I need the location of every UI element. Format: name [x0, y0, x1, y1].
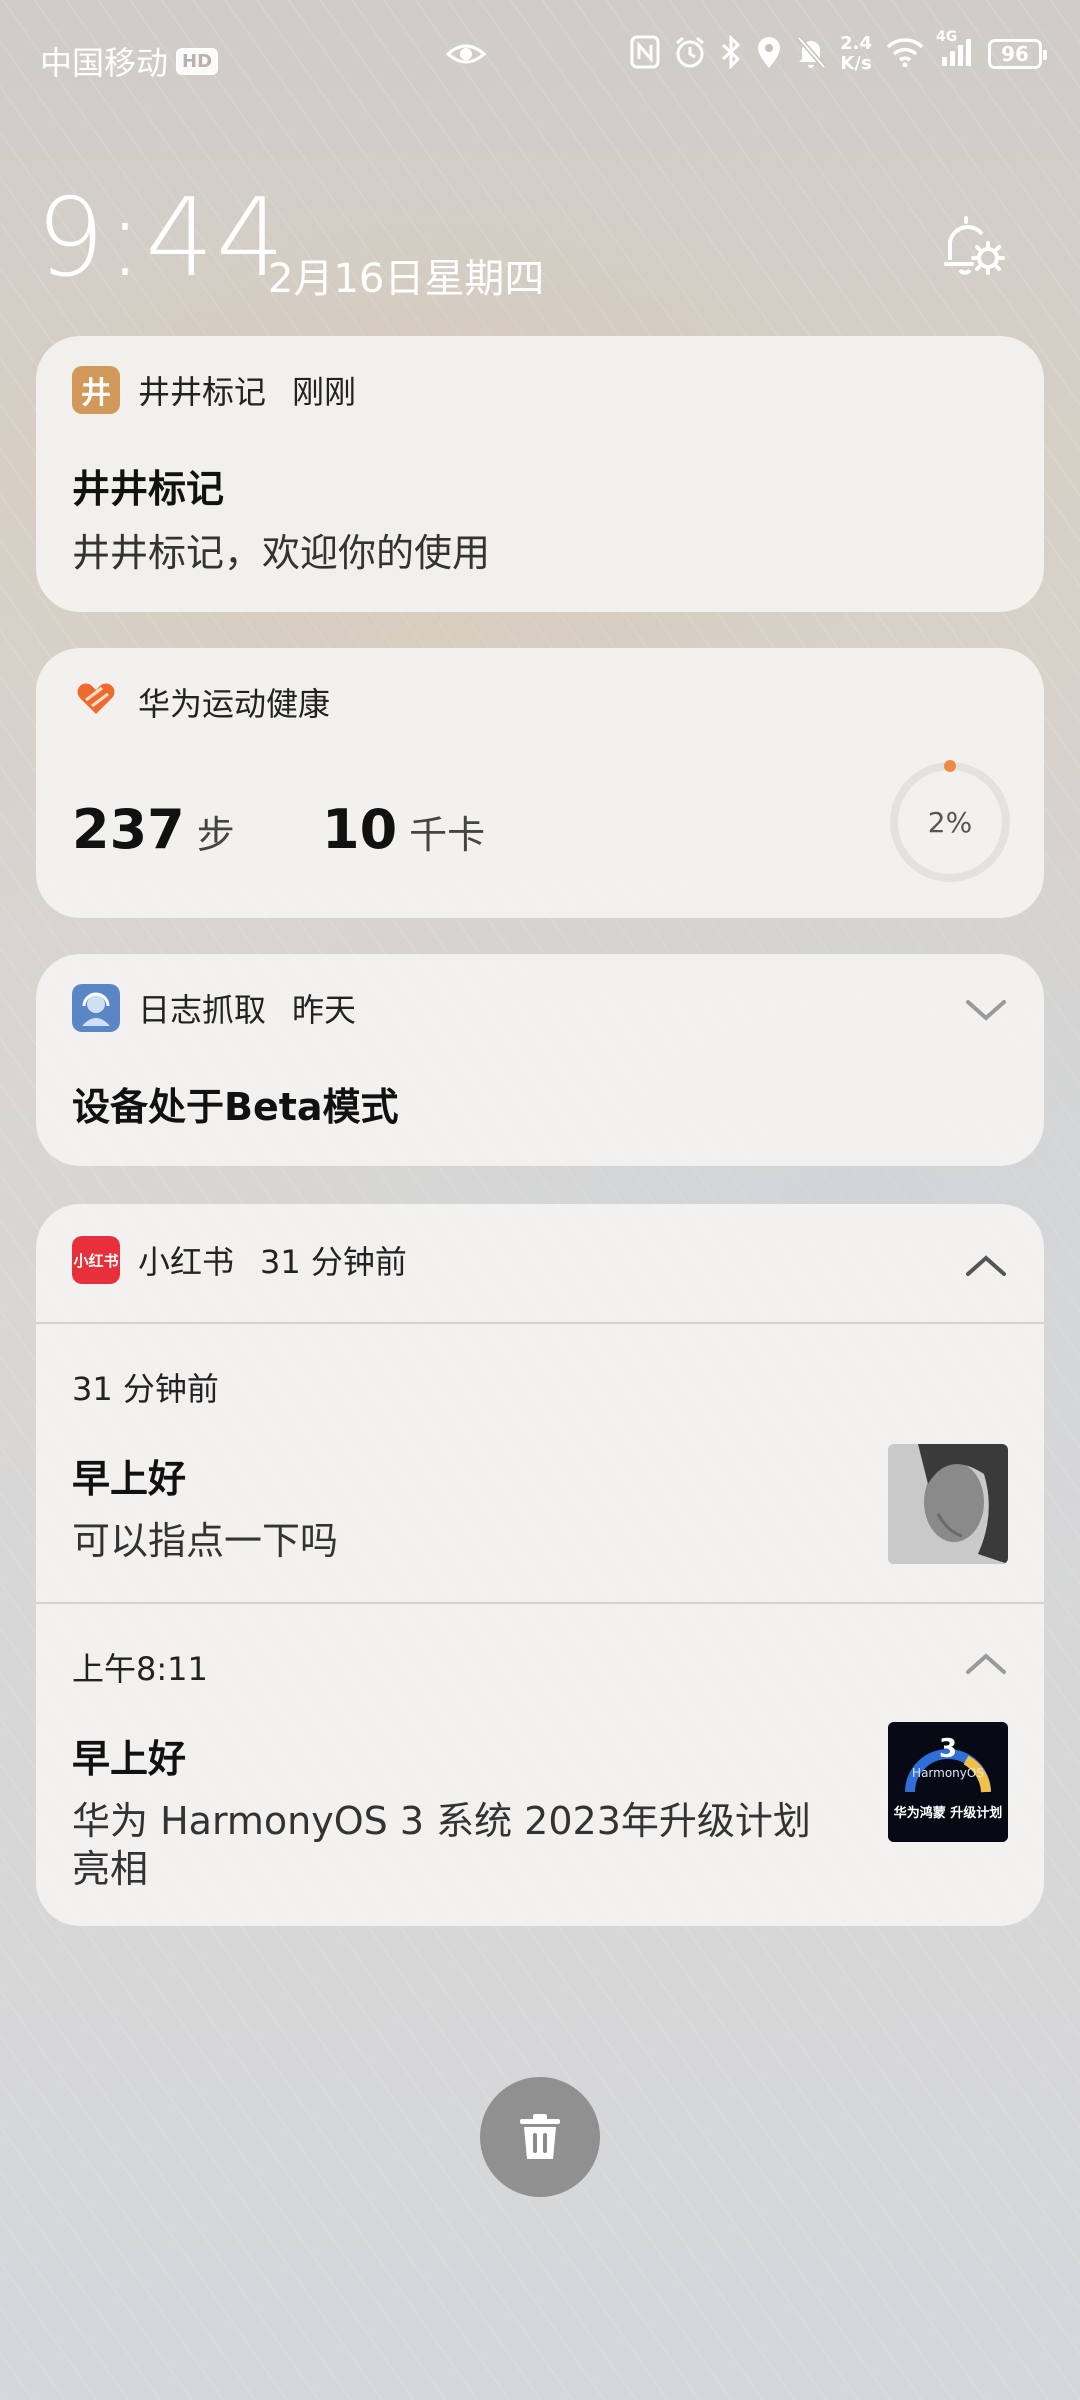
mute-bell-icon — [796, 35, 827, 73]
alarm-icon — [674, 35, 706, 73]
calories-unit: 千卡 — [409, 813, 486, 857]
network-speed-unit: K/s — [840, 53, 872, 74]
app-name: 井井标记 — [138, 373, 267, 411]
jingjing-app-icon: 井 — [72, 366, 120, 414]
divider — [36, 1602, 1044, 1604]
eye-icon — [445, 42, 487, 70]
bell-settings-icon[interactable] — [936, 210, 1008, 286]
notification-header: 日志抓取 昨天 — [72, 984, 356, 1032]
carrier-label: 中国移动 HD — [40, 38, 219, 84]
network-speed: 2.4 K/s — [840, 34, 872, 74]
lockscreen-clock: 9:44 — [36, 176, 287, 301]
lockscreen-date: 2月16日星期四 — [268, 256, 545, 302]
chevron-down-icon[interactable] — [964, 994, 1008, 1024]
location-icon — [756, 35, 782, 73]
carrier-name: 中国移动 — [40, 44, 169, 82]
clear-all-button[interactable] — [480, 2077, 600, 2197]
notification-header: 小红书 小红书 31 分钟前 — [72, 1236, 407, 1284]
battery-icon: 96 — [988, 39, 1047, 69]
notification-card-log[interactable]: 日志抓取 昨天 设备处于Beta模式 — [36, 954, 1044, 1166]
divider — [36, 1322, 1044, 1324]
signal-type-label: 4G — [936, 29, 958, 45]
sub-notification-text-line-2: 亮相 — [72, 1847, 149, 1891]
nfc-icon — [630, 35, 660, 73]
sub-notification-text: 可以指点一下吗 — [72, 1519, 339, 1563]
calories-value: 10 — [322, 798, 398, 861]
cellular-signal-icon: 4G — [936, 29, 974, 71]
app-name: 小红书 — [138, 1243, 235, 1281]
bluetooth-icon — [720, 34, 742, 73]
network-speed-value: 2.4 — [840, 33, 872, 54]
thumbnail-brand: HarmonyOS — [912, 1766, 984, 1780]
jingjing-app-icon-glyph: 井 — [81, 376, 111, 411]
battery-level: 96 — [1001, 42, 1029, 66]
steps-value: 237 — [72, 798, 185, 861]
hd-badge: HD — [176, 47, 219, 75]
status-bar: 中国移动 HD 2.4 K/s 4G 96 — [0, 0, 1080, 110]
huawei-health-app-icon — [72, 674, 120, 730]
activity-progress-label: 2% — [927, 805, 973, 839]
notification-header: 华为运动健康 — [72, 678, 330, 726]
sub-notification-time: 31 分钟前 — [72, 1370, 219, 1408]
notification-card-jingjing[interactable]: 井 井井标记 刚刚 井井标记 井井标记，欢迎你的使用 — [36, 336, 1044, 612]
wifi-icon — [886, 37, 924, 71]
chevron-up-icon[interactable] — [964, 1648, 1008, 1678]
xiaohongshu-app-icon: 小红书 — [72, 1236, 120, 1284]
thumbnail-caption: 华为鸿蒙 升级计划 — [893, 1806, 1003, 1821]
calories-stat: 10 千卡 — [322, 798, 485, 861]
app-name: 华为运动健康 — [138, 685, 331, 723]
chevron-up-icon[interactable] — [964, 1250, 1008, 1280]
sub-notification-title: 早上好 — [72, 1737, 187, 1781]
notification-time: 31 分钟前 — [260, 1243, 407, 1281]
harmonyos-thumbnail[interactable]: 3 HarmonyOS 华为鸿蒙 升级计划 — [888, 1722, 1008, 1842]
xiaohongshu-app-icon-text: 小红书 — [73, 1251, 119, 1270]
notification-time: 昨天 — [292, 991, 357, 1029]
notification-card-health[interactable]: 华为运动健康 237 步 10 千卡 2% — [36, 648, 1044, 918]
notification-card-xiaohongshu[interactable]: 小红书 小红书 31 分钟前 31 分钟前 早上好 可以指点一下吗 上午8:11… — [36, 1204, 1044, 1926]
status-icons: 2.4 K/s 4G 96 — [630, 29, 1047, 74]
thumbnail-number: 3 — [938, 1734, 958, 1764]
app-name: 日志抓取 — [138, 991, 267, 1029]
notification-time: 刚刚 — [292, 373, 357, 411]
log-capture-app-icon — [72, 984, 120, 1032]
sub-notification-time: 上午8:11 — [72, 1650, 208, 1688]
notification-title: 设备处于Beta模式 — [72, 1085, 399, 1129]
notification-header: 井 井井标记 刚刚 — [72, 366, 356, 414]
trash-icon — [520, 2114, 560, 2159]
portrait-thumbnail[interactable] — [888, 1444, 1008, 1564]
sub-notification-text-line-1: 华为 HarmonyOS 3 系统 2023年升级计划 — [72, 1799, 811, 1843]
steps-unit: 步 — [196, 813, 235, 857]
steps-stat: 237 步 — [72, 798, 235, 861]
sub-notification-title: 早上好 — [72, 1457, 187, 1501]
notification-text: 井井标记，欢迎你的使用 — [72, 531, 491, 575]
notification-title: 井井标记 — [72, 467, 225, 511]
